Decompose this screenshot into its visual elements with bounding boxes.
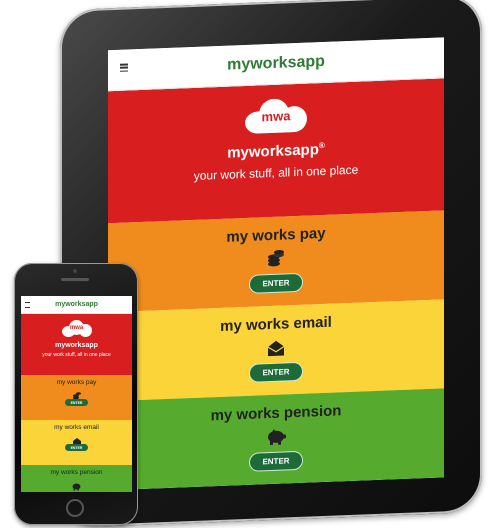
hero-tagline: your work stuff, all in one place [42, 352, 111, 358]
hamburger-menu-icon[interactable] [25, 302, 30, 308]
enter-email-button[interactable]: ENTER [64, 444, 89, 451]
section-title: my works pay [226, 224, 326, 246]
hero-app-name: myworksapp [55, 342, 98, 349]
section-email: my works email ENTER [21, 420, 132, 465]
phone-device: myworksapp mwa myworksapp your work stuf… [14, 263, 138, 525]
app-title: myworksapp [55, 301, 98, 308]
mwa-cloud-logo-icon: mwa [61, 320, 92, 337]
mwa-cloud-logo-icon: mwa [245, 98, 307, 134]
section-pension: my works pension ENTER [108, 388, 444, 491]
app-title: myworksapp [227, 52, 325, 74]
section-title: my works pay [56, 379, 97, 386]
section-pay: my works pay ENTER [108, 210, 444, 313]
hero-tagline: your work stuff, all in one place [193, 162, 359, 183]
logo-text: mwa [69, 325, 84, 331]
hero-app-name: myworksapp® [227, 140, 325, 162]
hero-banner: mwa myworksapp® your work stuff, all in … [108, 78, 444, 224]
tablet-screen: myworksapp mwa myworksapp® your work stu… [108, 37, 444, 491]
logo-text: mwa [261, 108, 291, 125]
coins-icon [266, 249, 286, 268]
registered-mark: ® [318, 140, 325, 151]
section-title: my works email [220, 313, 332, 335]
section-email: my works email ENTER [108, 299, 444, 402]
section-title: my works pension [50, 469, 103, 476]
envelope-icon [266, 338, 286, 357]
section-pay: my works pay ENTER [21, 375, 132, 420]
enter-pay-button[interactable]: ENTER [64, 399, 89, 406]
speaker-grille [61, 278, 89, 281]
camera-icon [73, 269, 77, 273]
enter-email-button[interactable]: ENTER [249, 361, 303, 383]
hamburger-menu-icon[interactable] [120, 63, 128, 72]
enter-pay-button[interactable]: ENTER [249, 272, 303, 294]
section-pension: my works pension [21, 465, 132, 492]
section-title: my works pension [210, 402, 342, 425]
app-header: myworksapp [21, 296, 132, 314]
piggy-bank-icon [71, 478, 82, 491]
piggy-bank-icon [265, 427, 287, 446]
section-title: my works email [54, 424, 99, 431]
phone-screen: myworksapp mwa myworksapp your work stuf… [21, 296, 132, 492]
enter-pension-button[interactable]: ENTER [249, 450, 303, 472]
envelope-icon [72, 433, 82, 446]
coins-icon [72, 388, 82, 401]
home-button[interactable] [66, 499, 84, 517]
hero-banner: mwa myworksapp your work stuff, all in o… [21, 314, 132, 375]
